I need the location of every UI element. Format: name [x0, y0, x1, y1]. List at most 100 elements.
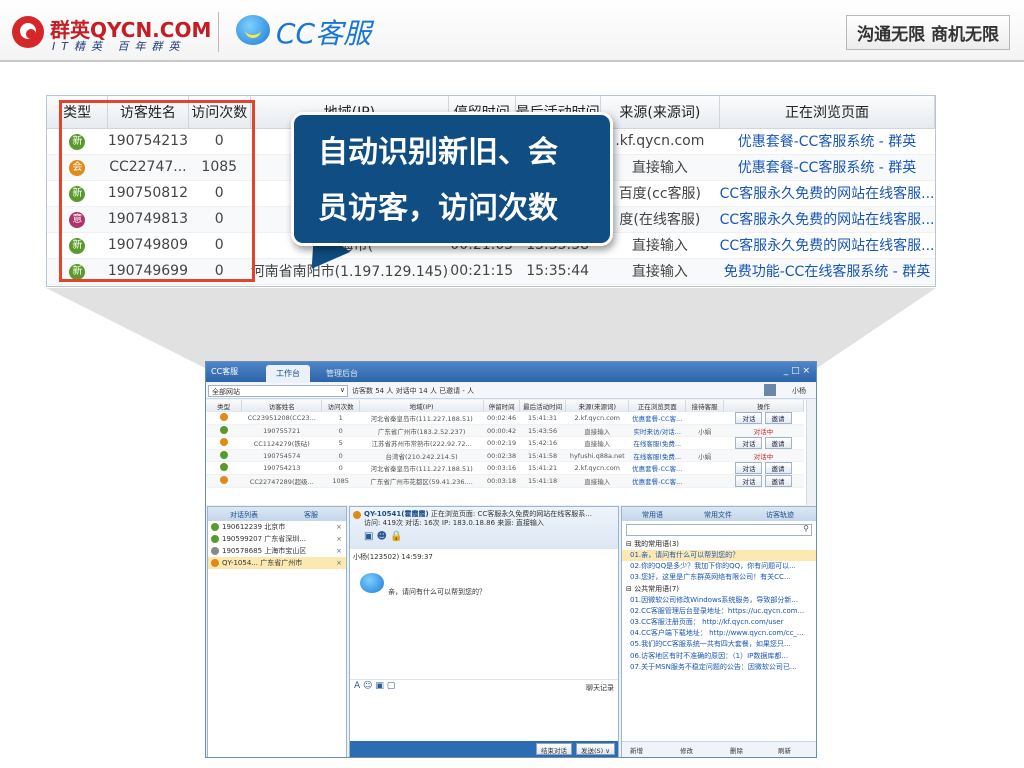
invite-button[interactable]: 邀请 — [764, 475, 792, 488]
phrase-item[interactable]: 05.我们的CC客服系统一共有四大套餐，如果您只... — [622, 639, 816, 650]
cell-page[interactable]: 免费功能-CC在线客服系统 - 群英 — [719, 258, 935, 285]
cell-page[interactable]: 优惠套餐-CC客服系统 - 群英 — [719, 154, 935, 181]
add-phrase-button[interactable]: 新增 — [630, 745, 643, 755]
cell-page[interactable]: 优惠套餐-CC客服系统 - 群英 — [719, 128, 935, 155]
cell-page[interactable]: CC客服永久免费的网站在线客服... — [719, 206, 935, 233]
phrase-group-title[interactable]: ⊟ 公共常用语(7) — [622, 584, 816, 595]
cell-page[interactable]: 实时来访/对话... — [628, 424, 686, 438]
user-icon[interactable]: ☻ — [377, 531, 387, 542]
table-row[interactable]: CC1124279(铁砧) 5 江苏省苏州市常熟市(222.92.72... 00:0… — [206, 436, 804, 451]
cell-visits: 1085 — [321, 474, 360, 489]
phrase-group-title[interactable]: ⊟ 我的常用语(3) — [622, 539, 816, 550]
phrase-search-input[interactable] — [626, 524, 812, 536]
tab-conversation-list[interactable]: 对话列表 — [230, 510, 258, 520]
tab-admin[interactable]: 管理后台 — [316, 365, 368, 382]
tab-agents[interactable]: 客服 — [304, 510, 318, 520]
cell-page[interactable]: 优惠套餐-CC客... — [628, 412, 686, 425]
cell-page[interactable]: CC客服永久免费的网站在线客服... — [719, 232, 935, 259]
edit-phrase-button[interactable]: 修改 — [680, 745, 693, 755]
cell-actions: 对话 邀请 — [723, 461, 804, 476]
close-icon[interactable]: × — [336, 545, 342, 557]
phrase-item[interactable]: 03.您好，这里是广东群英网络有限公司！有关CC... — [622, 572, 816, 583]
close-icon[interactable]: × — [336, 521, 342, 533]
visitor-type-badge-icon: 意 — [69, 212, 86, 228]
refresh-phrases-button[interactable]: 刷新 — [778, 745, 791, 755]
visitor-type-icon — [211, 523, 219, 531]
site-select[interactable]: 全部网站 — [208, 385, 348, 397]
cell-page[interactable]: 优惠套餐-CC客... — [628, 461, 686, 476]
delete-phrase-button[interactable]: 删除 — [730, 745, 743, 755]
cell-name: 190754213 — [241, 461, 322, 476]
cell-page[interactable]: CC客服永久免费的网站在线客服... — [719, 180, 935, 207]
table-row[interactable]: 190754213 0 河北省秦皇岛市(111.227.188.51) 00:03:1… — [206, 461, 804, 476]
close-icon[interactable]: × — [336, 533, 342, 545]
table-scrollbar[interactable] — [806, 400, 816, 505]
table-row[interactable]: CC23951208(CC23... 1 河北省秦皇岛市(111.227.188.5… — [206, 412, 804, 425]
conversation-item[interactable]: 190578685 上海市宝山区 × — [208, 545, 346, 557]
cell-stay: 00:00:42 — [483, 424, 520, 438]
cell-page[interactable]: 在线客服(免费... — [628, 449, 686, 463]
chat-button[interactable]: 对话 — [735, 475, 763, 488]
cell-region: 江苏省苏州市常熟市(222.92.72... — [359, 436, 484, 451]
invite-button[interactable]: 邀请 — [764, 462, 792, 475]
phrase-item[interactable]: 04.CC客户端下载地址： http://www.qycn.com/cc_... — [622, 628, 816, 639]
end-chat-button[interactable]: 结束对话 — [536, 743, 572, 755]
conversation-item[interactable]: 190599207 广东省深圳... × — [208, 533, 346, 545]
tab-common-phrases[interactable]: 常用语 — [642, 510, 663, 520]
cell-stay: 00:03:18 — [483, 474, 520, 489]
col-visitor-name[interactable]: 访客姓名 — [107, 96, 189, 129]
col-current-page[interactable]: 正在浏览页面 — [719, 96, 935, 129]
send-button[interactable]: 发送(S) ∨ — [576, 743, 616, 755]
phrase-item[interactable]: 02.CC客服管理后台登录地址：https://uc.qycn.com... — [622, 606, 816, 617]
mini-col-name[interactable]: 访客姓名 — [241, 400, 323, 412]
table-row[interactable]: 190755721 0 广东省广州市(183.2.52.237) 00:00:42 15… — [206, 424, 804, 438]
tab-visitor-track[interactable]: 访客轨迹 — [766, 510, 794, 520]
phrase-item[interactable]: 01.因微软公司修改Windows系统服务，导致部分新... — [622, 595, 816, 606]
mini-col-agent[interactable]: 接待客服 — [685, 400, 724, 412]
window-controls[interactable]: _ □ × — [784, 366, 810, 376]
chat-button[interactable]: 对话 — [735, 412, 763, 424]
conversation-item[interactable]: 190612239 北京市 × — [208, 521, 346, 533]
mini-col-type[interactable]: 类型 — [206, 400, 243, 412]
cell-page[interactable]: 优惠套餐-CC客... — [628, 474, 686, 489]
screenshot-icon[interactable]: ▢ — [387, 681, 396, 691]
tab-common-files[interactable]: 常用文件 — [704, 510, 732, 520]
cell-source: 度(在线客服) — [600, 206, 720, 233]
emoji-icon[interactable]: ☺ — [363, 681, 372, 691]
phrase-item[interactable]: 06.访客地区有时不准确的原因：（1）IP数据库都... — [622, 651, 816, 662]
mini-col-last[interactable]: 最后活动时间 — [519, 400, 567, 412]
invite-button[interactable]: 邀请 — [764, 437, 792, 450]
agent-name[interactable]: 小杨 — [792, 386, 806, 396]
col-visit-count[interactable]: 访问次数 — [188, 96, 251, 129]
chat-history-button[interactable]: 聊天记录 — [586, 683, 614, 693]
col-source[interactable]: 来源(来源词) — [600, 96, 721, 129]
mini-col-source[interactable]: 来源(来源词) — [565, 400, 630, 412]
screen-icon[interactable]: ▣ — [364, 531, 373, 542]
table-row[interactable]: 新 190749699 0 河南省南阳市(1.197.129.145) 00:21:15… — [47, 258, 935, 285]
table-row[interactable]: 190754574 0 台湾省(210.242.214.5) 00:02:38 15:4… — [206, 449, 804, 463]
collapse-icon[interactable]: ⊟ — [626, 585, 634, 593]
collapse-icon[interactable]: ⊟ — [626, 540, 634, 548]
mini-col-stay[interactable]: 停留时间 — [483, 400, 520, 412]
phrase-item[interactable]: 03.CC客服注册页面： http://kf.qycn.com/user — [622, 617, 816, 628]
mini-col-actions[interactable]: 操作 — [723, 400, 804, 412]
phrase-item[interactable]: 01.亲，请问有什么可以帮到您的？ — [622, 550, 816, 562]
phrase-item[interactable]: 07.关于MSN服务不稳定问题的公告：因微软公司已... — [622, 662, 816, 673]
phrase-item[interactable]: 02.你的QQ是多少？我加下你的QQ，你有问题可以... — [622, 561, 816, 572]
tab-workbench[interactable]: 工作台 — [266, 365, 310, 382]
mini-col-visits[interactable]: 访问次数 — [321, 400, 361, 412]
cell-visits: 0 — [188, 258, 251, 285]
mini-col-page[interactable]: 正在浏览页面 — [628, 400, 687, 412]
lock-icon[interactable]: 🔒 — [390, 531, 402, 542]
invite-button[interactable]: 邀请 — [764, 412, 792, 424]
mini-col-region[interactable]: 地域(IP) — [359, 400, 485, 412]
col-type[interactable]: 类型 — [47, 96, 109, 129]
table-row[interactable]: CC22747289(超级... 1085 广东省广州市花都区(59.41.236.… — [206, 474, 804, 489]
chat-button[interactable]: 对话 — [735, 462, 763, 475]
image-icon[interactable]: ▣ — [375, 681, 384, 691]
conversation-item[interactable]: QY-1054... 广东省广州市 × — [208, 557, 346, 569]
close-icon[interactable]: × — [336, 557, 342, 569]
font-icon[interactable]: A — [354, 681, 360, 691]
cell-page[interactable]: 在线客服(免费... — [628, 436, 686, 451]
chat-button[interactable]: 对话 — [735, 437, 763, 450]
